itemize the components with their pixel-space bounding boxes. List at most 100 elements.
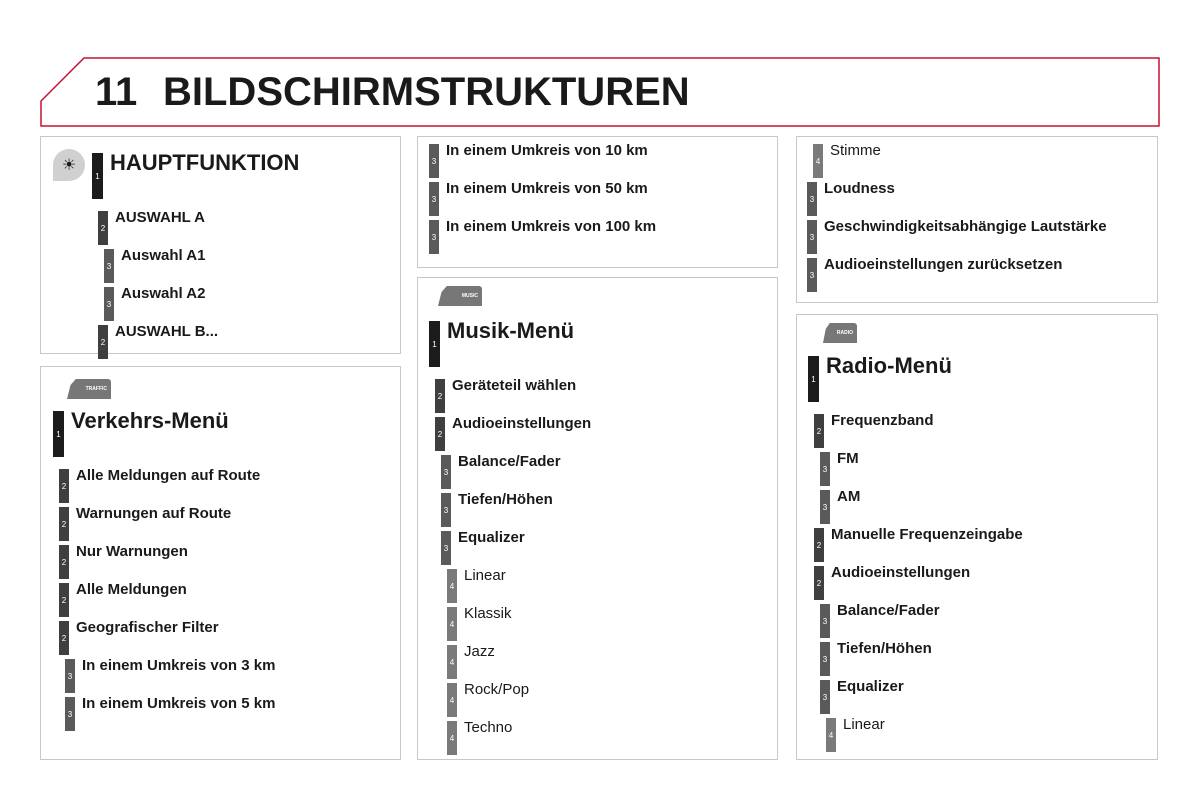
menu-item-level-4: 4 Linear [447,568,591,607]
menu-item-label: HAUPTFUNKTION [110,150,300,175]
menu-item-level-2: 2 AUSWAHL A [98,210,299,249]
menu-item-level-4: 4 Jazz [447,644,591,683]
menu-item-level-2: 2 Audioeinstellungen [814,564,1023,604]
menu-item-label: Nur Warnungen [76,543,188,560]
menu-item-level-2: 2 Alle Meldungen [59,581,275,621]
menu-item-level-1: 1 Verkehrs-Menü [53,410,275,469]
lightbulb-icon: ☀ [53,149,85,181]
menu-item-level-3: 3 Geschwindigkeitsabhängige Lautstärke [807,218,1107,258]
page-title: BILDSCHIRMSTRUKTUREN [163,70,690,114]
menu-item-level-3: 3 In einem Umkreis von 100 km [429,219,656,258]
menu-item-label: Loudness [824,180,895,197]
menu-item-label: Equalizer [458,529,525,546]
menu-item-level-1: 1 HAUPTFUNKTION [92,150,300,211]
menu-item-level-3: 3 Balance/Fader [441,453,591,493]
menu-item-level-3: 3 Tiefen/Höhen [820,640,1023,680]
panel-musik-continued: 4 Stimme 3 Loudness 3 Geschwindigkeitsabhängi… [796,136,1158,303]
menu-item-label: Auswahl A2 [121,285,206,302]
menu-item-level-2: 2 AUSWAHL B... [98,323,299,363]
menu-item-label: Linear [843,716,885,733]
menu-item-label: Audioeinstellungen [452,415,592,432]
menu-item-label: Balance/Fader [837,602,940,619]
level-badge: 3 [820,642,830,676]
panel-hauptfunktion: ☀ 1 HAUPTFUNKTION 2 AUSWAHL A 3 Auswahl A1 3 Au… [40,136,401,359]
menu-item-level-2: 2 Geografischer Filter [59,619,275,659]
menu-item-level-3: 3 Balance/Fader [820,602,1023,642]
level-badge: 3 [820,490,830,524]
level-badge: 1 [808,356,819,402]
panel-verkehr: TRAFFIC 1 Verkehrs-Menü 2 Alle Meldungen au… [40,366,401,760]
menu-item-level-3: 3 In einem Umkreis von 10 km [429,142,656,182]
menu-item-label: Balance/Fader [458,453,561,470]
level-badge: 2 [98,325,108,359]
level-badge: 2 [59,621,69,655]
chapter-number: 11 [95,70,138,114]
level-badge: 2 [814,528,824,562]
level-badge: 4 [447,607,457,641]
level-badge: 3 [65,697,75,731]
menu-item-label: Techno [464,719,513,736]
level-badge: 2 [435,379,445,413]
level-badge: 2 [59,545,69,579]
level-badge: 4 [447,569,457,603]
level-badge: 1 [92,153,103,199]
level-badge: 2 [98,211,108,245]
menu-item-label: Manuelle Frequenzeingabe [831,526,1023,543]
menu-item-level-3: 3 Tiefen/Höhen [441,491,591,531]
level-badge: 3 [441,531,451,565]
menu-item-label: AUSWAHL B... [115,323,219,340]
menu-item-level-3: 3 In einem Umkreis von 5 km [65,695,276,735]
radio-tab-icon: RADIO [823,323,857,343]
menu-item-label: Audioeinstellungen zurücksetzen [824,256,1063,273]
menu-item-label: Geografischer Filter [76,619,219,636]
menu-item-label: Tiefen/Höhen [458,491,553,508]
music-tab-icon: MUSIC [438,286,482,306]
menu-item-level-2: 2 Frequenzband [814,413,1023,452]
menu-item-label: Rock/Pop [464,681,530,698]
level-badge: 3 [104,287,114,321]
menu-item-level-3: 3 Auswahl A1 [104,247,299,287]
menu-item-label: Auswahl A1 [121,247,206,264]
level-badge: 3 [807,258,817,292]
level-badge: 3 [820,680,830,714]
menu-item-label: Tiefen/Höhen [837,640,932,657]
menu-item-level-3: 3 Loudness [807,180,1107,220]
menu-item-label: In einem Umkreis von 10 km [446,142,648,159]
menu-item-level-3: 3 Auswahl A2 [104,285,299,325]
menu-item-label: In einem Umkreis von 50 km [446,180,648,197]
menu-item-level-2: 2 Geräteteil wählen [435,377,591,417]
level-badge: 3 [429,182,439,216]
menu-item-label: AM [837,488,861,505]
menu-item-level-4: 4 Rock/Pop [447,681,591,721]
menu-item-level-2: 2 Alle Meldungen auf Route [59,468,275,507]
menu-item-label: Alle Meldungen [76,581,187,598]
menu-item-label: In einem Umkreis von 5 km [82,695,276,712]
menu-item-level-3: 3 Audioeinstellungen zurücksetzen [807,256,1107,296]
level-badge: 3 [65,659,75,693]
menu-item-level-2: 2 Nur Warnungen [59,543,275,583]
menu-item-level-2: 2 Audioeinstellungen [435,415,592,455]
menu-item-level-2: 2 Warnungen auf Route [59,505,275,545]
menu-item-label: Stimme [830,142,881,159]
level-badge: 3 [441,493,451,527]
menu-item-level-3: 3 In einem Umkreis von 3 km [65,658,275,697]
panel-verkehr-continued: 3 In einem Umkreis von 10 km 3 In einem Umk… [417,136,778,268]
level-badge: 3 [807,220,817,254]
level-badge: 1 [53,411,64,457]
menu-item-label: Warnungen auf Route [76,505,232,522]
traffic-tab-icon: TRAFFIC [67,379,111,399]
menu-item-label: Radio-Menü [826,353,952,378]
menu-item-label: Equalizer [837,678,904,695]
level-badge: 3 [807,182,817,216]
level-badge: 2 [59,583,69,617]
level-badge: 1 [429,321,440,367]
menu-item-label: Geräteteil wählen [452,377,577,394]
menu-item-level-2: 2 Manuelle Frequenzeingabe [814,526,1023,566]
level-badge: 4 [447,645,457,679]
menu-item-level-4: 4 Linear [826,716,1023,756]
menu-item-label: Geschwindigkeitsabhängige Lautstärke [824,218,1107,235]
panel-musik: MUSIC 1 Musik-Menü 2 Geräteteil wählen 2 Audi… [417,277,778,760]
menu-item-level-3: 3 FM [820,451,1023,490]
level-badge: 3 [104,249,114,283]
menu-item-label: Audioeinstellungen [831,564,971,581]
